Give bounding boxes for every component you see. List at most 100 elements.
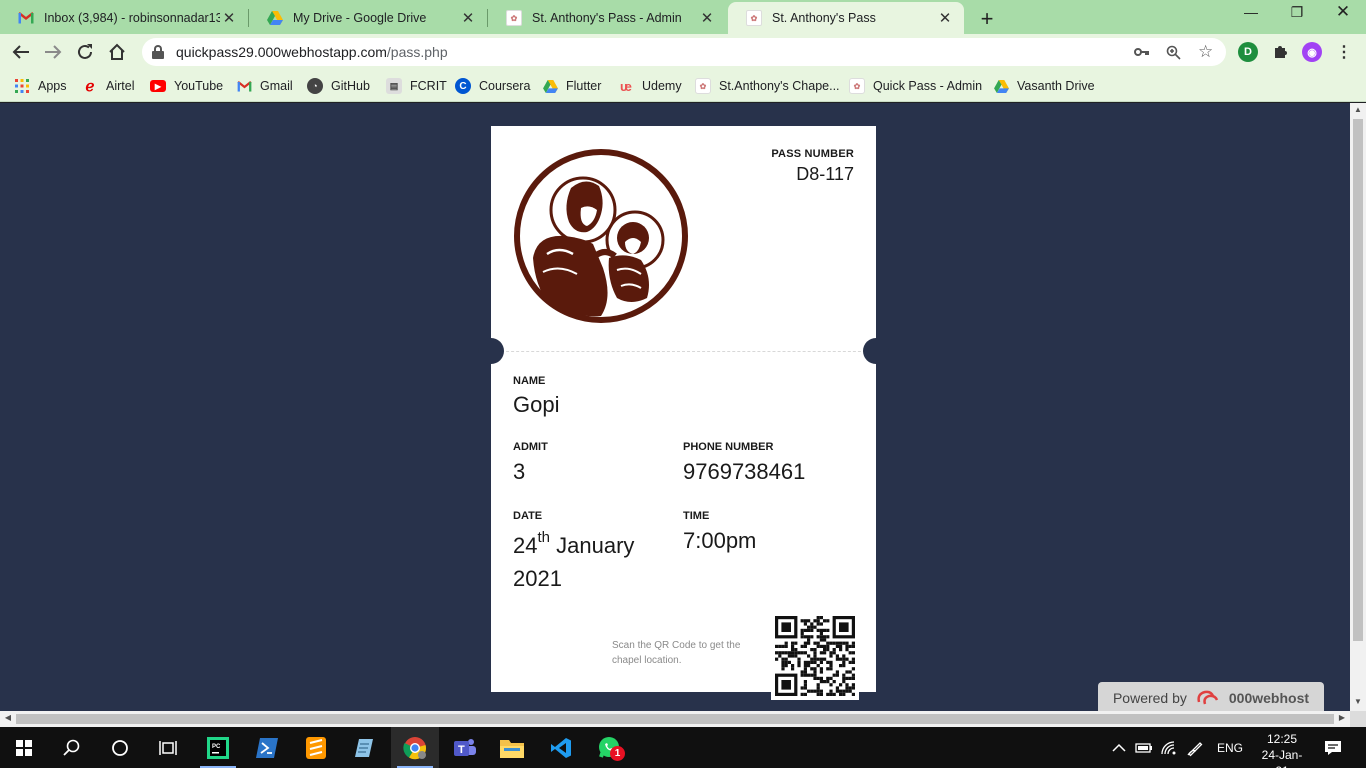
taskbar-pycharm[interactable]: PC (194, 727, 242, 768)
notifications-icon[interactable] (1324, 727, 1342, 768)
admit-label: ADMIT (513, 441, 548, 453)
taskbar-sublime[interactable] (292, 727, 340, 768)
taskbar-powershell[interactable] (243, 727, 291, 768)
menu-kebab-icon[interactable]: ⋮ (1334, 42, 1354, 62)
close-icon[interactable]: ✕ (698, 9, 716, 27)
bookmark-apps[interactable]: Apps (14, 76, 67, 96)
zoom-icon[interactable] (1166, 38, 1181, 66)
search-button[interactable] (48, 727, 96, 768)
google-drive-icon (993, 78, 1009, 94)
new-tab-button[interactable]: + (976, 6, 998, 32)
taskbar-file-explorer[interactable] (488, 727, 536, 768)
tab-google-drive[interactable]: My Drive - Google Drive ✕ (249, 2, 487, 34)
bookmark-chapel[interactable]: ✿ St.Anthony's Chape... (695, 76, 840, 96)
scroll-right-icon[interactable]: ▶ (1334, 713, 1350, 722)
tab-admin[interactable]: ✿ St. Anthony's Pass - Admin ✕ (488, 2, 726, 34)
bookmark-udemy[interactable]: ᵫ Udemy (618, 76, 682, 96)
site-favicon-icon: ✿ (746, 10, 762, 26)
bookmark-label: FCRIT (410, 79, 447, 93)
language-indicator[interactable]: ENG (1217, 727, 1243, 768)
bookmark-coursera[interactable]: C Coursera (455, 76, 530, 96)
phone-value: 9769738461 (683, 459, 806, 484)
gmail-icon (236, 78, 252, 94)
airtel-icon: ℯ (85, 78, 95, 95)
puzzle-icon[interactable] (1270, 42, 1290, 62)
taskbar-notepad[interactable] (340, 727, 388, 768)
cortana-icon (112, 739, 128, 756)
gmail-icon (18, 10, 34, 26)
start-button[interactable] (0, 727, 48, 768)
back-button[interactable] (8, 39, 34, 65)
taskbar-vscode[interactable] (537, 727, 585, 768)
bookmark-airtel[interactable]: ℯ Airtel (82, 76, 135, 96)
bookmark-gmail[interactable]: Gmail (236, 76, 293, 96)
cortana-button[interactable] (96, 727, 144, 768)
close-icon[interactable]: ✕ (220, 9, 238, 27)
time-value: 7:00pm (683, 528, 757, 553)
tab-title: Inbox (3,984) - robinsonnadar13 (44, 11, 220, 25)
bookmark-flutter[interactable]: Flutter (542, 76, 601, 96)
powershell-icon (256, 737, 278, 758)
maximize-button[interactable]: ❐ (1274, 4, 1320, 21)
close-window-button[interactable]: ✕ (1320, 2, 1366, 22)
taskbar-whatsapp[interactable]: 1 (586, 727, 634, 768)
chrome-icon (403, 736, 427, 759)
arrow-right-icon (45, 45, 62, 59)
notification-badge: 1 (610, 746, 625, 761)
forward-button[interactable] (40, 39, 66, 65)
search-icon (63, 739, 80, 756)
bookmark-quickpass-admin[interactable]: ✿ Quick Pass - Admin (849, 76, 982, 96)
powered-by-badge[interactable]: Powered by 000webhost (1098, 682, 1324, 711)
key-icon[interactable] (1134, 38, 1150, 66)
apps-grid-icon (14, 78, 30, 94)
name-value: Gopi (513, 392, 560, 417)
pen-icon[interactable] (1186, 727, 1204, 768)
url-text: quickpass29.000webhostapp.com/pass.php (176, 44, 448, 60)
svg-text:PC: PC (212, 744, 221, 750)
home-button[interactable] (104, 39, 130, 65)
show-hidden-icons-button[interactable] (1112, 727, 1126, 768)
chevron-up-icon (1112, 743, 1126, 752)
pass-card: PASS NUMBER D8-117 NAME Gopi ADMIT 3 PHO… (478, 126, 889, 700)
date-value: 24th January 2021 (513, 529, 635, 591)
reload-button[interactable] (72, 39, 98, 65)
horizontal-scrollbar[interactable]: ◀ ▶ (0, 711, 1350, 727)
close-icon[interactable]: ✕ (459, 9, 477, 27)
scrollbar-thumb[interactable] (16, 714, 1334, 724)
bookmark-fcrit[interactable]: ▤ FCRIT (386, 76, 447, 96)
tab-title: My Drive - Google Drive (293, 11, 427, 25)
battery-icon[interactable] (1135, 727, 1153, 768)
bookmarks-bar: Apps ℯ Airtel ▶ YouTube Gmail ◔ GitHub ▤ FCR… (0, 70, 1366, 102)
reload-icon (78, 44, 92, 59)
browser-toolbar: quickpass29.000webhostapp.com/pass.php ☆… (0, 34, 1366, 70)
scrollbar-thumb[interactable] (1353, 119, 1363, 641)
task-view-button[interactable] (144, 727, 192, 768)
minimize-button[interactable]: — (1228, 4, 1274, 20)
taskbar-teams[interactable]: T (440, 727, 488, 768)
star-icon[interactable]: ☆ (1198, 38, 1213, 66)
address-bar[interactable]: quickpass29.000webhostapp.com/pass.php ☆ (142, 38, 1226, 66)
bookmark-label: Quick Pass - Admin (873, 79, 983, 93)
bookmark-github[interactable]: ◔ GitHub (307, 76, 370, 96)
windows-taskbar: PC T 1 ENG 12:25 24-Jan-21 (0, 727, 1366, 768)
arrow-left-icon (12, 45, 29, 59)
scroll-left-icon[interactable]: ◀ (0, 713, 16, 722)
avatar[interactable]: ◉ (1302, 42, 1322, 62)
bookmark-youtube[interactable]: ▶ YouTube (150, 76, 223, 96)
bookmark-vasanth-drive[interactable]: Vasanth Drive (993, 76, 1095, 96)
bookmark-label: Coursera (479, 79, 531, 93)
tab-gmail[interactable]: Inbox (3,984) - robinsonnadar13 ✕ (0, 2, 248, 34)
taskbar-chrome[interactable] (391, 727, 439, 768)
scroll-up-icon[interactable]: ▲ (1350, 105, 1366, 114)
close-icon[interactable]: ✕ (936, 9, 954, 27)
ticket-notch-left (478, 338, 504, 364)
ticket-notch-right (863, 338, 889, 364)
scroll-down-icon[interactable]: ▼ (1350, 697, 1366, 706)
st-anthony-logo (514, 149, 688, 323)
coursera-icon: C (455, 78, 471, 94)
tab-pass[interactable]: ✿ St. Anthony's Pass ✕ (728, 2, 964, 34)
system-clock[interactable]: 12:25 24-Jan-21 (1256, 731, 1308, 768)
vertical-scrollbar[interactable]: ▲ ▼ (1350, 103, 1366, 711)
wifi-icon[interactable] (1160, 727, 1178, 768)
extension-d-icon[interactable]: D (1238, 42, 1258, 62)
